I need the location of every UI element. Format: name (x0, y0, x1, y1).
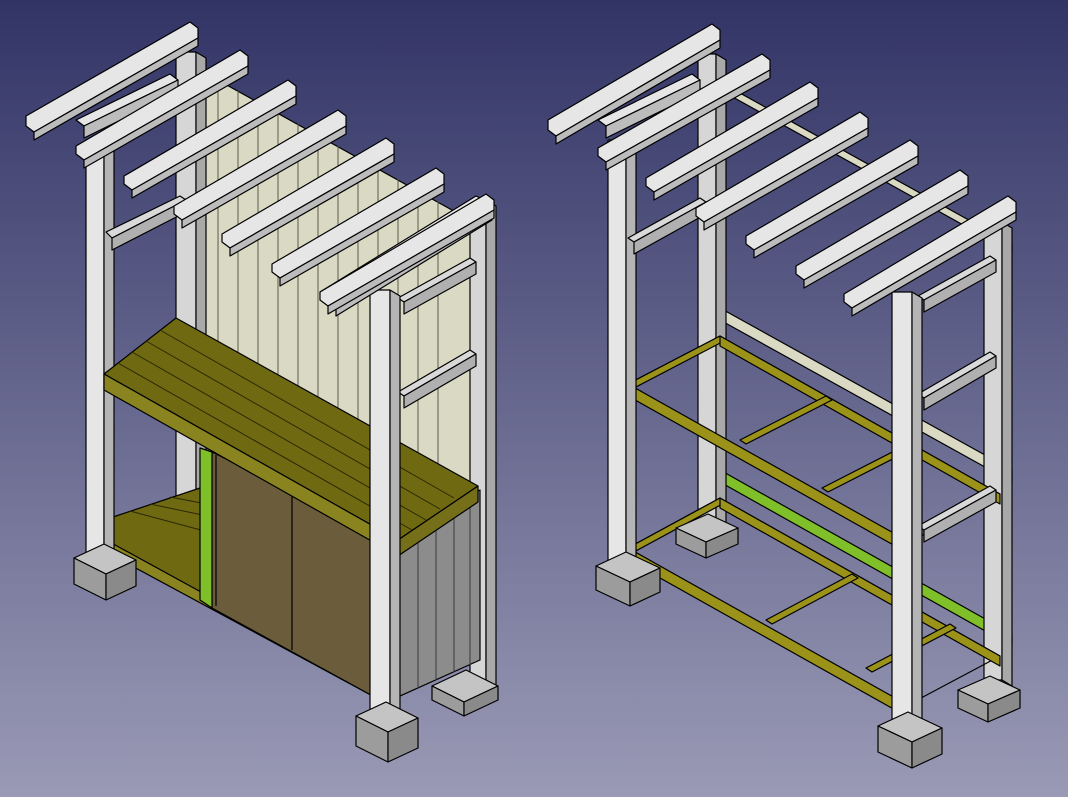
front-post-right[interactable] (369, 289, 401, 727)
viewport-canvas[interactable] (0, 0, 1068, 797)
back-post-right[interactable] (983, 221, 1013, 687)
front-post-right[interactable] (891, 291, 923, 737)
3d-viewport[interactable] (0, 0, 1068, 797)
back-post-left[interactable] (697, 53, 727, 547)
front-post-left[interactable] (85, 139, 115, 567)
front-post-left[interactable] (607, 139, 637, 579)
